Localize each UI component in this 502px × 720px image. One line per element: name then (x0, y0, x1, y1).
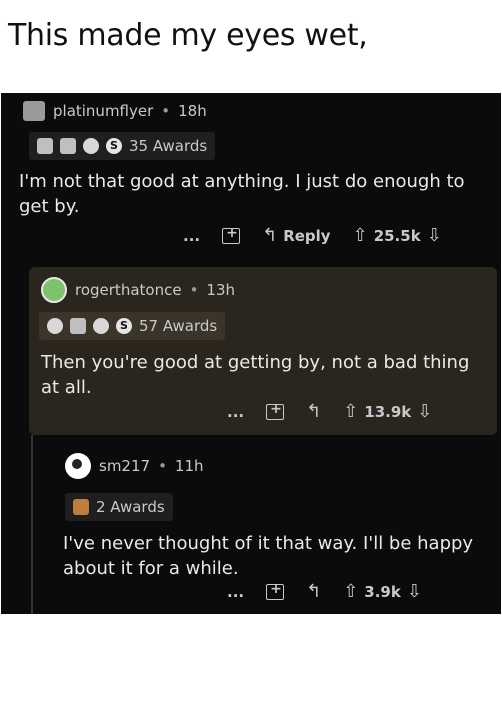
downvote-icon[interactable]: ⇩ (407, 581, 422, 602)
downvote-icon[interactable]: ⇩ (417, 401, 432, 422)
score: 3.9k (364, 582, 401, 601)
awards-bar[interactable]: 2 Awards (65, 493, 173, 521)
more-options-button[interactable]: ... (183, 227, 200, 245)
more-options-button[interactable]: ... (227, 403, 244, 421)
username[interactable]: rogerthatonce (75, 281, 182, 299)
comment-2: rogerthatonce • 13h S 57 Awards Then you… (29, 267, 497, 435)
separator-dot: • (158, 457, 167, 475)
username[interactable]: sm217 (99, 457, 150, 475)
award-icon (83, 138, 99, 154)
comment-age: 18h (178, 102, 207, 120)
reply-icon: ↰ (262, 225, 278, 246)
comment-actions: ... ↰ ⇧ 3.9k ⇩ (227, 581, 422, 603)
comment-header: sm217 • 11h (65, 453, 204, 479)
upvote-icon[interactable]: ⇧ (343, 581, 358, 602)
reply-button[interactable]: ↰ Reply (262, 225, 330, 246)
awards-count: 2 Awards (96, 498, 165, 516)
avatar-icon[interactable] (23, 101, 45, 121)
post-caption: This made my eyes wet, (8, 18, 368, 53)
award-icon (47, 318, 63, 334)
downvote-icon[interactable]: ⇩ (427, 225, 442, 246)
separator-dot: • (161, 102, 171, 120)
separator-dot: • (189, 281, 199, 299)
thread-line[interactable] (31, 435, 33, 614)
awards-count: 57 Awards (139, 317, 218, 335)
upvote-icon[interactable]: ⇧ (343, 401, 358, 422)
more-options-button[interactable]: ... (227, 583, 244, 601)
comment-actions: ... ↰ Reply ⇧ 25.5k ⇩ (183, 225, 442, 247)
comment-body: Then you're good at getting by, not a ba… (41, 352, 470, 398)
comment-body: I've never thought of it that way. I'll … (63, 533, 474, 579)
reply-icon[interactable]: ↰ (306, 401, 321, 422)
award-icon (70, 318, 86, 334)
reddit-screenshot: platinumflyer • 18h S 35 Awards I'm not … (1, 93, 501, 614)
score: 13.9k (364, 402, 412, 421)
give-award-icon[interactable] (222, 225, 241, 244)
silver-award-icon: S (116, 318, 132, 334)
give-award-icon[interactable] (266, 581, 285, 600)
reply-icon[interactable]: ↰ (306, 581, 321, 602)
give-award-icon[interactable] (266, 401, 285, 420)
award-icon (37, 138, 53, 154)
award-icon (93, 318, 109, 334)
comment-body: I'm not that good at anything. I just do… (19, 171, 465, 217)
comment-actions: ... ↰ ⇧ 13.9k ⇩ (227, 401, 432, 423)
comment-1: platinumflyer • 18h S 35 Awards I'm not … (1, 93, 501, 258)
awards-count: 35 Awards (129, 137, 208, 155)
upvote-icon[interactable]: ⇧ (353, 225, 368, 246)
vote-controls: ⇧ 13.9k ⇩ (343, 401, 432, 422)
comment-age: 11h (174, 457, 204, 475)
comment-header: platinumflyer • 18h (23, 101, 207, 121)
comment-age: 13h (206, 281, 236, 299)
username[interactable]: platinumflyer (53, 102, 153, 120)
silver-award-icon: S (106, 138, 122, 154)
avatar-icon[interactable] (41, 277, 67, 303)
awards-bar[interactable]: S 57 Awards (39, 312, 226, 340)
award-icon (73, 499, 89, 515)
comment-header: rogerthatonce • 13h (41, 277, 235, 303)
award-icon (60, 138, 76, 154)
awards-bar[interactable]: S 35 Awards (29, 132, 216, 160)
reply-label: Reply (283, 226, 331, 245)
vote-controls: ⇧ 3.9k ⇩ (343, 581, 422, 602)
vote-controls: ⇧ 25.5k ⇩ (353, 225, 442, 246)
comment-3: sm217 • 11h 2 Awards I've never thought … (51, 443, 501, 614)
score: 25.5k (373, 226, 421, 245)
avatar-icon[interactable] (65, 453, 91, 479)
